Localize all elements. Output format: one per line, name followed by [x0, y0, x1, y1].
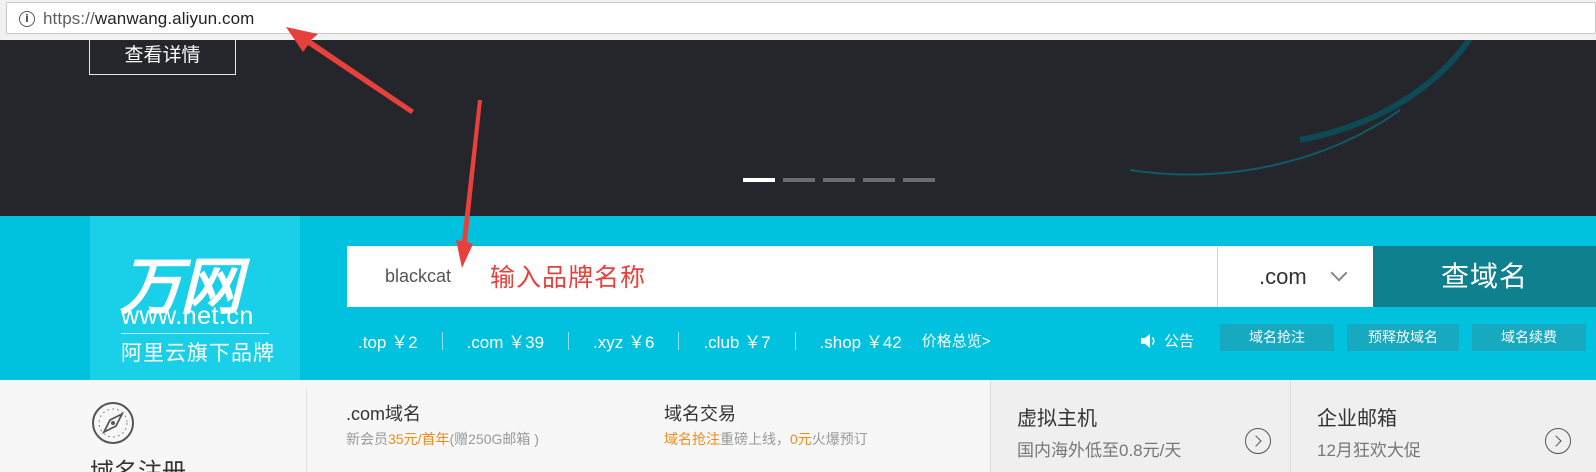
com-domain-desc: 新会员35元/首年(赠250G邮箱 ) [346, 429, 539, 449]
address-bar[interactable]: i https://wanwang.aliyun.com [6, 2, 1596, 34]
domain-renewal-button[interactable]: 域名续费 [1472, 324, 1586, 351]
trade-desc-snatch[interactable]: 域名抢注 [664, 431, 720, 447]
view-details-button[interactable]: 查看详情 [89, 40, 236, 75]
price-divider [794, 331, 796, 350]
compass-icon [92, 402, 134, 444]
domain-snatch-button[interactable]: 域名抢注 [1220, 324, 1334, 351]
domain-trade-title[interactable]: 域名交易 [664, 400, 736, 426]
wanwang-logo[interactable]: 万网 www.net.cn 阿里云旗下品牌 [90, 216, 300, 380]
pre-release-domain-button[interactable]: 预释放域名 [1347, 324, 1459, 351]
domain-registration-title[interactable]: 域名注册 [90, 452, 186, 472]
domain-products-panel: 域名注册 .com域名 新会员35元/首年(赠250G邮箱 ) 域名交易 域名抢… [0, 380, 990, 472]
price-link-xyz[interactable]: .xyz ￥6 [593, 328, 654, 353]
com-desc-post: (赠250G邮箱 ) [449, 431, 539, 447]
tld-price-list: .top ￥2 .com ￥39 .xyz ￥6 .club ￥7 .shop … [358, 328, 991, 353]
tld-dropdown[interactable]: .com [1217, 246, 1373, 307]
com-desc-pre: 新会员 [346, 431, 388, 447]
chevron-down-icon [1330, 264, 1348, 282]
url-host: wanwang.aliyun.com [94, 9, 255, 28]
annotation-label: 输入品牌名称 [490, 263, 647, 292]
chevron-right-circle-icon[interactable] [1245, 428, 1271, 454]
domain-search-strip: 万网 www.net.cn 阿里云旗下品牌 .com 查域名 .top ￥2 .… [0, 216, 1596, 380]
carousel-dot[interactable] [743, 178, 775, 182]
com-domain-title[interactable]: .com域名 [346, 400, 421, 426]
logo-url-text: www.net.cn [121, 302, 254, 330]
enterprise-mail-desc: 12月狂欢大促 [1317, 441, 1421, 460]
notice-link[interactable]: 公告 [1140, 330, 1194, 351]
speaker-icon [1141, 333, 1155, 348]
price-link-com[interactable]: .com ￥39 [467, 328, 544, 353]
price-divider [568, 331, 570, 350]
price-divider [441, 331, 443, 350]
enterprise-mail-panel[interactable]: 企业邮箱 12月狂欢大促 [1290, 380, 1596, 472]
carousel-dots [743, 178, 935, 182]
price-divider [678, 331, 680, 350]
carousel-dot[interactable] [823, 178, 855, 182]
virtual-hosting-title: 虚拟主机 [1017, 408, 1097, 430]
trade-desc-post: 火爆预订 [811, 431, 868, 447]
price-link-club[interactable]: .club ￥7 [703, 328, 770, 353]
url-scheme: https:// [43, 9, 95, 28]
price-overview-link[interactable]: 价格总览> [922, 330, 991, 351]
trade-desc-free: 0元 [790, 431, 812, 447]
domain-trade-desc: 域名抢注重磅上线，0元火爆预订 [664, 429, 868, 449]
url-text[interactable]: https://wanwang.aliyun.com [43, 9, 254, 29]
virtual-hosting-panel[interactable]: 虚拟主机 国内海外低至0.8元/天 [990, 380, 1290, 472]
hero-banner: 查看详情 [0, 40, 1596, 216]
chevron-right-circle-icon[interactable] [1545, 428, 1571, 454]
tld-selected: .com [1259, 264, 1307, 289]
carousel-dot[interactable] [903, 178, 935, 182]
virtual-hosting-desc: 国内海外低至0.8元/天 [1017, 441, 1182, 460]
browser-address-area: i https://wanwang.aliyun.com [0, 0, 1596, 40]
price-link-shop[interactable]: .shop ￥42 [820, 328, 902, 353]
trade-desc-mid: 重磅上线， [720, 431, 790, 447]
domain-search-input[interactable] [347, 246, 1207, 307]
enterprise-mail-title: 企业邮箱 [1317, 408, 1397, 430]
panel-divider [306, 388, 307, 472]
search-box [347, 246, 1217, 307]
price-link-top[interactable]: .top ￥2 [358, 328, 418, 353]
logo-subtitle: 阿里云旗下品牌 [121, 342, 275, 365]
logo-divider [121, 333, 269, 334]
search-domain-button[interactable]: 查域名 [1373, 246, 1596, 307]
carousel-dot[interactable] [863, 178, 895, 182]
notice-label: 公告 [1164, 333, 1195, 350]
info-icon[interactable]: i [19, 11, 35, 27]
carousel-dot[interactable] [783, 178, 815, 182]
banner-decoration [1129, 40, 1473, 176]
com-desc-price: 35元/首年 [388, 431, 450, 447]
